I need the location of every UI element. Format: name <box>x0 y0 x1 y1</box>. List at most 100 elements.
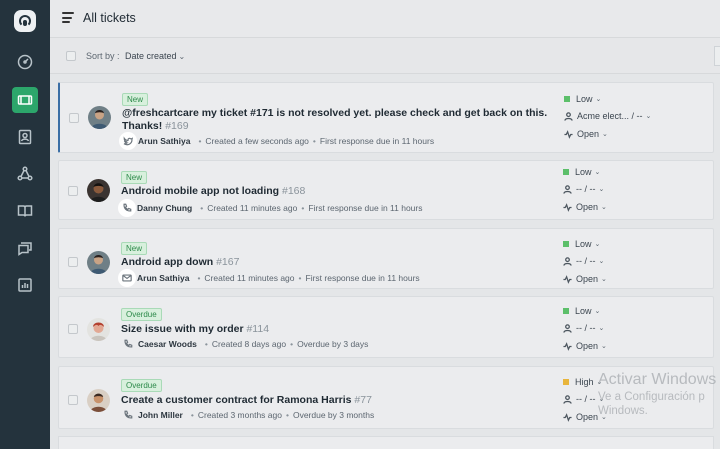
ticket-subject[interactable]: Android app down #167 <box>121 256 551 269</box>
requester-name[interactable]: Arun Sathiya <box>137 273 189 283</box>
forums-icon[interactable] <box>12 235 38 261</box>
user-icon <box>563 323 572 333</box>
status-dropdown[interactable]: Open ⌄ <box>563 341 607 351</box>
watermark-line: Ve a Configuración p <box>598 391 705 403</box>
priority-value: Low <box>575 239 592 249</box>
ticket-subject[interactable]: Android mobile app not loading #168 <box>121 185 551 198</box>
chevron-down-icon: ⌄ <box>178 52 186 61</box>
ticket-subject-text: Android mobile app not loading <box>121 185 280 197</box>
tickets-icon[interactable] <box>12 87 38 113</box>
status-value: Open <box>576 274 599 284</box>
priority-square-icon <box>563 169 569 175</box>
chevron-down-icon: ⌄ <box>645 113 652 120</box>
sort-value: Date created <box>125 51 177 61</box>
contacts-icon[interactable] <box>12 124 38 150</box>
assignee-dropdown[interactable]: -- / -- ⌄ <box>563 184 604 194</box>
sort-label: Sort by : <box>86 51 120 61</box>
requester-name[interactable]: Arun Sathiya <box>138 136 190 146</box>
priority-dropdown[interactable]: Low ⌄ <box>563 167 600 177</box>
page-title: All tickets <box>83 11 136 25</box>
status-badge: New <box>122 93 149 106</box>
toolbar: Sort by : Date created ⌄ <box>50 38 720 74</box>
created-time: Created 11 minutes ago <box>207 203 298 213</box>
assignee-dropdown[interactable]: -- / -- ⌄ <box>563 256 604 266</box>
ticket-subject[interactable]: Size issue with my order #114 <box>121 323 551 336</box>
assignee-value: -- / -- <box>576 256 596 266</box>
reports-icon[interactable] <box>12 272 38 298</box>
created-time: Created 8 days ago <box>211 339 287 349</box>
ticket-subject[interactable]: @freshcartcare my ticket #171 is not res… <box>122 107 552 133</box>
sort-dropdown[interactable]: Date created ⌄ <box>125 51 185 61</box>
ticket-checkbox[interactable] <box>68 324 78 334</box>
watermark-line: Windows. <box>598 405 648 417</box>
ticket-checkbox[interactable] <box>68 257 78 267</box>
separator-dot: • <box>298 273 302 283</box>
separator-dot: • <box>285 410 289 420</box>
separator-dot: • <box>190 410 194 420</box>
status-pulse-icon <box>563 412 572 422</box>
created-time: Created 3 months ago <box>197 410 282 420</box>
priority-dropdown[interactable]: Low ⌄ <box>563 239 600 249</box>
chevron-down-icon: ⌄ <box>594 308 601 315</box>
avatar <box>87 179 110 202</box>
ticket-subject[interactable]: Create a customer contract for Ramona Ha… <box>121 394 551 407</box>
requester-name[interactable]: Danny Chung <box>137 203 192 213</box>
priority-dropdown[interactable]: Low ⌄ <box>564 94 601 104</box>
ticket-meta: Caesar Woods • Created 8 days ago • Over… <box>121 337 368 351</box>
chevron-down-icon: ⌄ <box>602 131 608 138</box>
priority-value: High <box>575 377 594 387</box>
priority-square-icon <box>563 241 569 247</box>
ticket-id: #169 <box>165 120 189 132</box>
user-icon <box>563 256 572 266</box>
watermark-title: Activar Windows <box>598 371 717 388</box>
priority-value: Low <box>576 94 593 104</box>
separator-dot: • <box>204 339 208 349</box>
status-pulse-icon <box>563 202 572 212</box>
freshdesk-logo-icon[interactable] <box>14 10 36 32</box>
due-text: First response due in 11 hours <box>319 136 435 146</box>
chevron-down-icon: ⌄ <box>601 204 607 211</box>
status-dropdown[interactable]: Open ⌄ <box>564 129 608 139</box>
ticket-checkbox[interactable] <box>68 395 78 405</box>
select-all-checkbox[interactable] <box>66 51 76 61</box>
status-dropdown[interactable]: Open ⌄ <box>563 274 607 284</box>
avatar <box>87 251 110 274</box>
ticket-subject-text: Create a customer contract for Ramona Ha… <box>121 394 352 406</box>
windows-activation-watermark: Activar Windows Ve a Configuración p Win… <box>598 371 716 417</box>
status-pulse-icon <box>563 341 572 351</box>
ticket-card[interactable]: Overdue Size issue with my order #114 Ca… <box>58 296 714 358</box>
separator-dot: • <box>198 136 202 146</box>
email-icon <box>118 269 136 287</box>
assignee-dropdown[interactable]: Acme elect... / -- ⌄ <box>564 111 651 121</box>
dashboard-icon[interactable] <box>12 49 38 75</box>
ticket-card[interactable]: New Android app down #167 Arun Sathiya •… <box>58 228 714 289</box>
status-dropdown[interactable]: Open ⌄ <box>563 202 607 212</box>
separator-dot: • <box>200 203 204 213</box>
ticket-id: #77 <box>354 394 372 406</box>
ticket-id: #168 <box>282 185 306 197</box>
menu-icon[interactable] <box>62 12 74 23</box>
priority-value: Low <box>575 167 592 177</box>
knowledge-base-icon[interactable] <box>12 198 38 224</box>
avatar <box>87 318 110 341</box>
requester-name[interactable]: Caesar Woods <box>138 339 197 349</box>
status-badge: Overdue <box>121 308 162 321</box>
ticket-card[interactable] <box>58 436 714 449</box>
requester-name[interactable]: John Miller <box>138 410 183 420</box>
user-icon <box>563 184 572 194</box>
priority-square-icon <box>563 379 569 385</box>
assignee-dropdown[interactable]: -- / -- ⌄ <box>563 323 604 333</box>
status-badge: New <box>121 242 148 255</box>
ticket-meta: Arun Sathiya • Created 11 minutes ago • … <box>118 269 420 287</box>
ticket-checkbox[interactable] <box>68 186 78 196</box>
priority-dropdown[interactable]: High ⌄ <box>563 377 602 387</box>
chevron-down-icon: ⌄ <box>598 325 605 332</box>
view-toggle[interactable] <box>714 46 720 66</box>
due-text: First response due in 11 hours <box>305 273 420 283</box>
ticket-card[interactable]: New @freshcartcare my ticket #171 is not… <box>58 82 714 153</box>
ticket-card[interactable]: New Android mobile app not loading #168 … <box>58 160 714 220</box>
ticket-checkbox[interactable] <box>69 113 79 123</box>
social-icon[interactable] <box>12 161 38 187</box>
priority-dropdown[interactable]: Low ⌄ <box>563 306 600 316</box>
chevron-down-icon: ⌄ <box>598 258 605 265</box>
